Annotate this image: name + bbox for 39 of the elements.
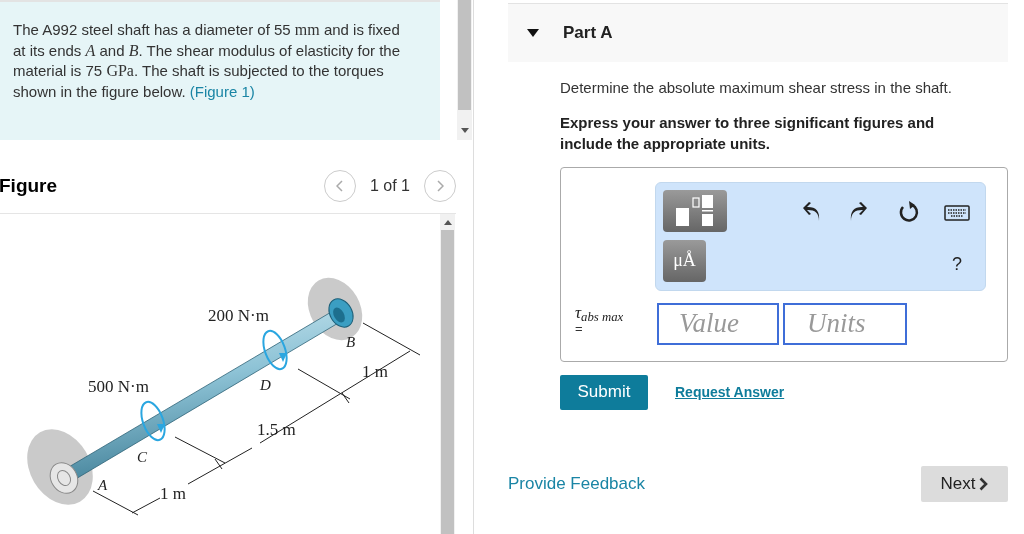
help-button[interactable]: ? — [952, 250, 962, 278]
equals-sign: = — [575, 321, 583, 336]
point-label: D — [260, 377, 271, 393]
point-label: A — [98, 477, 108, 493]
torque-label: 500 N·m — [88, 377, 149, 396]
chevron-left-icon — [336, 180, 344, 192]
value-input-field[interactable]: Value — [657, 302, 779, 345]
fraction-template-icon — [675, 193, 715, 228]
problem-statement: The A992 steel shaft has a diameter of 55 mm and is fixed at its ends A and B. The shear modulus of elasticity for the material is 75 GPa. The shaft is subjected to the torques shown in the figure below. (Figure 1) — [0, 0, 440, 140]
keyboard-icon[interactable] — [944, 204, 970, 221]
part-title: Part A — [563, 22, 613, 45]
scroll-down-icon[interactable] — [460, 128, 469, 133]
page-counter: 1 of 1 — [369, 176, 410, 196]
request-answer-link[interactable]: Request Answer — [675, 381, 785, 403]
dimension-label: 1.5 m — [257, 420, 296, 439]
part-header[interactable]: Part A — [508, 3, 1008, 62]
collapse-triangle-icon[interactable] — [527, 29, 539, 37]
dimension-label: 1 m — [160, 484, 186, 503]
question-text: Determine the absolute maximum shear stress in the shaft. — [560, 78, 953, 98]
chevron-right-icon — [979, 476, 989, 491]
feedback-link[interactable]: Provide Feedback — [508, 470, 646, 497]
figure-heading: Figure — [0, 173, 58, 198]
units-input-field[interactable]: Units — [783, 302, 907, 345]
chevron-right-icon — [436, 180, 444, 192]
scrollbar[interactable] — [457, 0, 472, 140]
point-label: B — [346, 334, 356, 350]
point-label: C — [137, 449, 147, 465]
submit-button[interactable]: Submit — [560, 374, 648, 410]
torque-label: 200 N·m — [208, 306, 269, 325]
figure-link[interactable]: (Figure 1) — [189, 82, 255, 100]
scrollbar[interactable] — [440, 214, 455, 534]
variable-label: τ$_{abs max}$ — [575, 303, 625, 322]
scroll-up-icon[interactable] — [443, 220, 452, 225]
next-button[interactable]: Next — [921, 465, 1008, 502]
units-button[interactable]: μÅ — [663, 239, 706, 282]
template-button[interactable] — [663, 189, 727, 232]
dimension-label: 1 m — [362, 362, 388, 381]
reset-icon[interactable] — [898, 199, 920, 224]
instruction-text: Express your answer to three significant figures and include the appropriate units. — [560, 112, 936, 154]
